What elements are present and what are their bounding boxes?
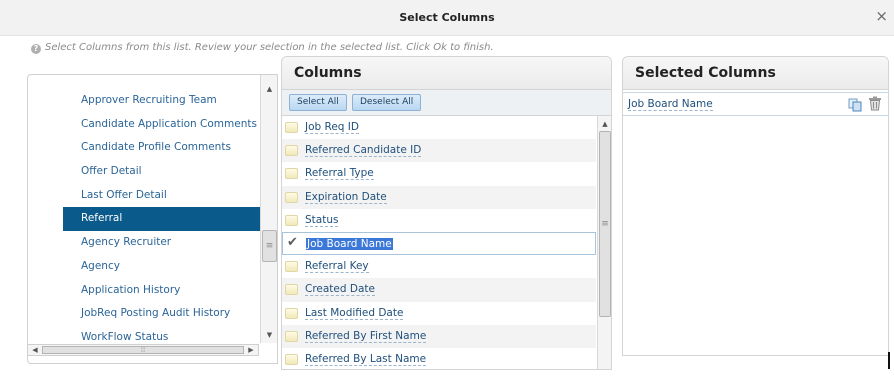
- column-label: Status: [305, 213, 339, 227]
- category-vertical-scrollbar[interactable]: ▲ ≡ ▼: [260, 75, 277, 343]
- column-item[interactable]: Expiration Date: [282, 185, 596, 209]
- checkbox[interactable]: [285, 353, 298, 365]
- category-item[interactable]: Last Offer Detail: [28, 184, 260, 208]
- category-item[interactable]: Referral: [63, 207, 260, 232]
- columns-panel: Columns Select All Deselect All Job Req …: [281, 56, 612, 370]
- category-item[interactable]: Agency Recruiter: [28, 231, 260, 255]
- category-item[interactable]: Agency: [28, 255, 260, 279]
- column-label: Created Date: [305, 283, 375, 297]
- category-horizontal-scrollbar[interactable]: ◀ ⦙⦙⦙ ▶: [27, 344, 259, 356]
- checkbox[interactable]: [285, 261, 298, 273]
- column-label: Referred Candidate ID: [305, 144, 422, 158]
- columns-list: Job Req ID Referred Candidate ID Referral …: [282, 116, 596, 369]
- columns-toolbar: Select All Deselect All: [282, 90, 611, 116]
- dialog-title: Select Columns: [399, 11, 495, 24]
- column-item[interactable]: Last Modified Date: [282, 302, 596, 325]
- help-circle-icon: ?: [31, 44, 41, 54]
- category-item[interactable]: JobReq Posting Audit History: [28, 302, 260, 326]
- columns-vertical-scrollbar[interactable]: ▲ ≡: [597, 116, 611, 369]
- scroll-up-arrow-icon[interactable]: ▲: [598, 118, 611, 130]
- text-cursor: [888, 352, 890, 369]
- close-icon[interactable]: ×: [875, 9, 888, 24]
- scroll-down-arrow-icon[interactable]: ▼: [261, 329, 277, 341]
- selected-column-label: Job Board Name: [628, 98, 713, 111]
- column-item[interactable]: Referral Key: [282, 255, 596, 278]
- select-columns-dialog: Select Columns × ? Select Columns from th…: [0, 0, 894, 380]
- horizontal-scrollbar-thumb[interactable]: ⦙⦙⦙: [42, 346, 244, 354]
- checkbox[interactable]: [285, 284, 298, 296]
- columns-header: Columns: [282, 57, 611, 90]
- column-label: Referral Type: [305, 167, 374, 181]
- column-item[interactable]: Status: [282, 209, 596, 232]
- category-item[interactable]: Application History: [28, 279, 260, 303]
- category-panel: Approver Recruiting Team Candidate Applic…: [27, 74, 278, 364]
- category-list: Approver Recruiting Team Candidate Applic…: [28, 89, 260, 350]
- instructions: ? Select Columns from this list. Review y…: [31, 42, 494, 54]
- column-item[interactable]: Referred Candidate ID: [282, 139, 596, 163]
- select-all-button[interactable]: Select All: [289, 94, 347, 111]
- category-item[interactable]: Candidate Profile Comments: [28, 136, 260, 160]
- column-label: Referral Key: [305, 260, 369, 274]
- checkbox[interactable]: [285, 145, 298, 157]
- category-item[interactable]: Offer Detail: [28, 160, 260, 184]
- instructions-text: Select Columns from this list. Review yo…: [45, 42, 494, 53]
- checkbox[interactable]: [285, 307, 298, 319]
- dialog-titlebar: Select Columns ×: [0, 0, 894, 36]
- category-item[interactable]: Approver Recruiting Team: [28, 89, 260, 113]
- column-item[interactable]: ✔ Job Board Name: [282, 231, 596, 256]
- column-label: Last Modified Date: [305, 306, 404, 320]
- column-item[interactable]: Referral Type: [282, 162, 596, 185]
- column-item[interactable]: Job Req ID: [282, 116, 596, 139]
- trash-icon[interactable]: [868, 96, 882, 111]
- column-item[interactable]: Created Date: [282, 278, 596, 302]
- checkbox[interactable]: [285, 168, 298, 180]
- checkbox[interactable]: [285, 330, 298, 342]
- column-label: Referred By Last Name: [305, 352, 427, 366]
- scroll-right-arrow-icon[interactable]: ▶: [246, 345, 256, 355]
- selected-columns-panel: Selected Columns Job Board Name: [622, 56, 889, 356]
- column-item[interactable]: Referred By First Name: [282, 324, 596, 348]
- column-label: Job Board Name: [306, 237, 393, 250]
- checkbox[interactable]: [285, 214, 298, 226]
- column-label: Referred By First Name: [305, 329, 427, 343]
- scrollbar-thumb[interactable]: ≡: [599, 131, 611, 317]
- column-label: Expiration Date: [305, 190, 387, 204]
- scrollbar-thumb[interactable]: ≡: [262, 230, 277, 262]
- checkbox[interactable]: [285, 191, 298, 203]
- scroll-left-arrow-icon[interactable]: ◀: [30, 345, 40, 355]
- column-label: Job Req ID: [305, 121, 359, 134]
- copy-icon[interactable]: [848, 98, 862, 112]
- checkmark-icon[interactable]: ✔: [287, 236, 298, 249]
- scroll-up-arrow-icon[interactable]: ▲: [261, 83, 277, 95]
- selected-columns-header: Selected Columns: [623, 57, 888, 90]
- deselect-all-button[interactable]: Deselect All: [352, 94, 422, 111]
- category-item[interactable]: Candidate Application Comments: [28, 113, 260, 137]
- column-item[interactable]: Referred By Last Name: [282, 348, 596, 369]
- selected-column-item[interactable]: Job Board Name: [623, 92, 888, 116]
- checkbox[interactable]: [285, 122, 298, 133]
